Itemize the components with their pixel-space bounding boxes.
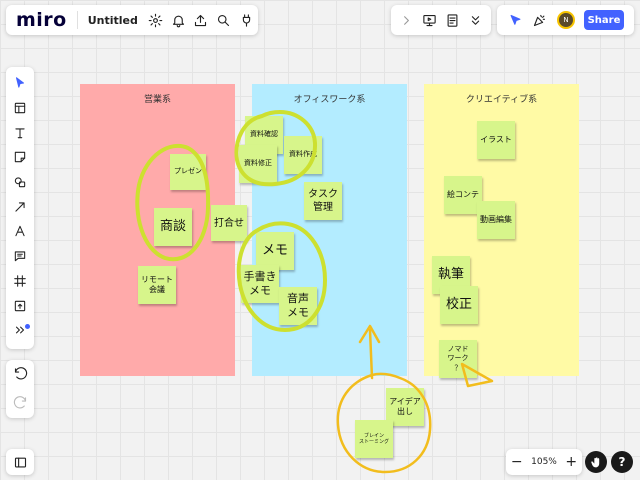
zoom-bar: − 105% + (506, 449, 582, 475)
notification-dot (25, 324, 30, 329)
sticky-note[interactable]: 音声 メモ (279, 287, 317, 325)
sticky-note[interactable]: 資料修正 (239, 145, 277, 183)
chevrons-down-icon[interactable] (464, 8, 487, 32)
chevron-right-icon[interactable] (395, 8, 418, 32)
more-icon[interactable] (9, 318, 31, 343)
search-icon[interactable] (212, 8, 235, 32)
divider (76, 11, 78, 29)
text-icon[interactable] (9, 120, 31, 145)
top-mid-bar (391, 5, 491, 35)
sticky-note[interactable]: 手書き メモ (241, 265, 279, 303)
zoom-out-button[interactable]: − (510, 454, 524, 470)
left-toolbar (6, 67, 34, 349)
zoom-level[interactable]: 105% (531, 457, 557, 467)
panel-toggle[interactable] (6, 449, 34, 475)
party-icon[interactable] (527, 8, 551, 32)
comment-icon[interactable] (9, 244, 31, 269)
frame-title: クリエイティブ系 (465, 95, 538, 105)
sticky-note[interactable]: イラスト (477, 121, 515, 159)
sticky-note[interactable]: 商談 (154, 208, 192, 246)
upload-icon[interactable] (190, 8, 213, 32)
shapes-icon[interactable] (9, 170, 31, 195)
sticky-note-icon[interactable] (9, 145, 31, 170)
sticky-note[interactable]: 資料作成 (284, 136, 322, 174)
sticky-note[interactable]: 動画編集 (477, 201, 515, 239)
settings-icon[interactable] (144, 8, 167, 32)
undo-redo-bar (6, 360, 34, 418)
miro-logo[interactable]: miro (16, 9, 67, 31)
avatar[interactable]: N (557, 11, 575, 29)
sticky-note[interactable]: プレゼン (170, 154, 206, 190)
arrow-icon[interactable] (9, 194, 31, 219)
sidebar-icon (8, 450, 32, 474)
sticky-note[interactable]: リモート 会議 (138, 266, 176, 304)
redo-icon[interactable] (8, 392, 32, 416)
present-icon[interactable] (418, 8, 441, 32)
frame-title: 営業系 (143, 95, 171, 105)
templates-icon[interactable] (9, 96, 31, 121)
frame-icon[interactable] (9, 269, 31, 294)
sticky-note[interactable]: ブレイン ストーミング (355, 420, 393, 458)
upload-icon[interactable] (9, 293, 31, 318)
board-title[interactable]: Untitled (88, 14, 138, 27)
hand-icon (590, 456, 603, 469)
undo-icon[interactable] (8, 363, 32, 387)
top-right-bar: N Share (497, 5, 634, 35)
select-icon[interactable] (9, 71, 31, 96)
sticky-note[interactable]: 校正 (440, 286, 478, 324)
sticky-note[interactable]: タスク 管理 (304, 182, 342, 220)
frame-title: オフィスワーク系 (293, 95, 366, 105)
cursor-arrow-icon[interactable] (503, 8, 527, 32)
sticky-note[interactable]: ノマド ワーク ？ (439, 340, 477, 378)
sticky-note[interactable]: 打合せ (211, 205, 247, 241)
bell-icon[interactable] (167, 8, 190, 32)
hand-tool-button[interactable] (585, 451, 607, 473)
pen-icon[interactable] (9, 219, 31, 244)
notes-icon[interactable] (441, 8, 464, 32)
zoom-in-button[interactable]: + (564, 454, 578, 470)
plug-icon[interactable] (235, 8, 258, 32)
top-left-bar: miro Untitled (6, 5, 258, 35)
help-button[interactable]: ? (611, 451, 633, 473)
share-button[interactable]: Share (584, 10, 624, 30)
